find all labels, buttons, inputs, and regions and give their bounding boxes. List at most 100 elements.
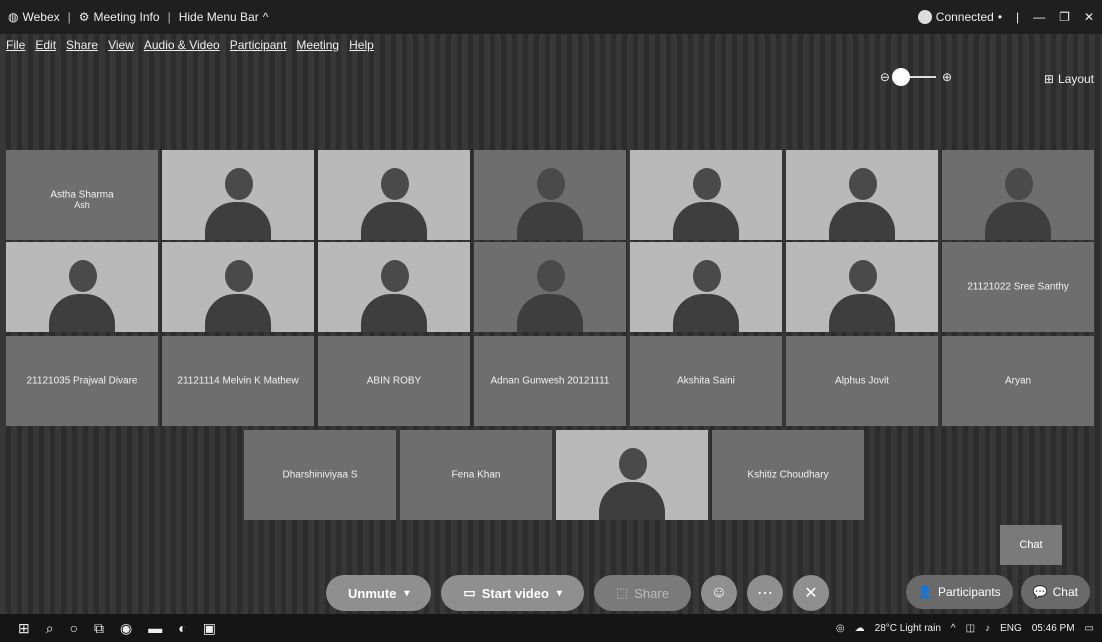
- participant-tile[interactable]: [162, 242, 314, 332]
- menu-share[interactable]: Share: [66, 38, 98, 52]
- menu-audio-video[interactable]: Audio & Video: [144, 38, 220, 52]
- file-explorer-icon[interactable]: ▬: [148, 620, 162, 637]
- participant-tile[interactable]: [942, 150, 1094, 240]
- browser-icon[interactable]: ◉: [120, 620, 132, 637]
- leave-meeting-button[interactable]: ✕: [792, 575, 829, 611]
- video-camera-icon: ▭: [463, 585, 476, 600]
- video-row: 21121022 Sree Santhy: [6, 242, 1094, 332]
- chevron-down-icon[interactable]: ▾: [404, 588, 409, 599]
- participant-tile[interactable]: Dharshiniviyaa S: [244, 430, 396, 520]
- clock[interactable]: 05:46 PM: [1032, 623, 1075, 634]
- menu-participant[interactable]: Participant: [230, 38, 287, 52]
- task-view-icon[interactable]: ⧉: [94, 620, 104, 637]
- language-indicator[interactable]: ENG: [1000, 623, 1022, 634]
- maximize-icon[interactable]: ❐: [1059, 10, 1070, 24]
- menu-file[interactable]: File: [6, 38, 25, 52]
- participant-video: [827, 254, 897, 332]
- menu-help[interactable]: Help: [349, 38, 374, 52]
- connected-icon: [917, 10, 932, 24]
- participant-tile[interactable]: Aryan: [942, 336, 1094, 426]
- windows-taskbar: ⊞ ⌕ ○ ⧉ ◉ ▬ ◐ ▣ ◎ ☁ 28°C Light rain ^ ◫ …: [0, 614, 1102, 642]
- windows-start-icon[interactable]: ⊞: [18, 620, 30, 637]
- video-body: [829, 294, 895, 332]
- close-icon[interactable]: ✕: [1084, 10, 1094, 24]
- chat-notification[interactable]: Chat: [1000, 525, 1062, 565]
- participant-name: Astha Sharma: [50, 189, 114, 201]
- app-tray-icon[interactable]: ◎: [836, 623, 845, 634]
- menu-meeting[interactable]: Meeting: [296, 38, 339, 52]
- menu-edit[interactable]: Edit: [35, 38, 56, 52]
- zoom-slider[interactable]: [891, 68, 936, 86]
- video-body: [49, 294, 115, 332]
- participant-name: Fena Khan: [451, 469, 501, 481]
- connection-status[interactable]: Connected •: [917, 10, 1003, 24]
- share-button[interactable]: ⬚ Share: [593, 575, 691, 611]
- participant-tile[interactable]: 21121035 Prajwal Divare: [6, 336, 158, 426]
- participant-tile[interactable]: Akshita Saini: [630, 336, 782, 426]
- participant-tile[interactable]: Astha Sharma Ash: [6, 150, 158, 240]
- title-bar: ◍ Webex | ⚙ Meeting Info | Hide Menu Bar…: [0, 0, 1102, 34]
- zoom-out-icon[interactable]: ⊖: [880, 70, 890, 84]
- participant-tile[interactable]: [318, 242, 470, 332]
- participant-video: [671, 162, 741, 240]
- participant-name: ABIN ROBY: [366, 375, 422, 387]
- participant-tile[interactable]: [556, 430, 708, 520]
- network-icon[interactable]: ◫: [966, 623, 975, 634]
- participants-button[interactable]: 👤 Participants: [906, 575, 1013, 609]
- participant-tile[interactable]: Fena Khan: [400, 430, 552, 520]
- video-head: [1005, 168, 1033, 200]
- chevron-down-icon[interactable]: ▾: [557, 588, 562, 599]
- participant-tile[interactable]: [630, 150, 782, 240]
- participant-tile[interactable]: [474, 242, 626, 332]
- meeting-info-button[interactable]: ⚙ Meeting Info: [79, 10, 160, 24]
- participant-tile[interactable]: [630, 242, 782, 332]
- participant-video: [203, 162, 273, 240]
- participant-tile[interactable]: [6, 242, 158, 332]
- status-dot: •: [997, 10, 1003, 24]
- layout-button[interactable]: ⊞ Layout: [1044, 72, 1094, 86]
- weather-text[interactable]: 28°C Light rain: [875, 623, 941, 634]
- participant-video: [597, 442, 667, 520]
- participant-tile[interactable]: [318, 150, 470, 240]
- cortana-icon[interactable]: ○: [70, 620, 78, 637]
- participant-name: 21121022 Sree Santhy: [967, 281, 1069, 293]
- meeting-controls: Unmute ▾ ▭ Start video ▾ ⬚ Share ☺ ⋯ ✕: [326, 575, 829, 611]
- minimize-icon[interactable]: —: [1033, 10, 1045, 24]
- search-icon[interactable]: ⌕: [46, 620, 54, 637]
- notification-icon[interactable]: ▭: [1085, 623, 1094, 634]
- zoom-in-icon[interactable]: ⊕: [942, 70, 952, 84]
- start-video-button[interactable]: ▭ Start video ▾: [441, 575, 584, 611]
- app-icon[interactable]: ◐: [178, 620, 186, 637]
- participant-tile[interactable]: Alphus Jovit: [786, 336, 938, 426]
- hide-menu-bar-button[interactable]: Hide Menu Bar ^: [179, 10, 269, 24]
- participant-tile[interactable]: [786, 242, 938, 332]
- webex-logo: ◍ Webex: [8, 10, 60, 24]
- video-body: [205, 202, 271, 240]
- more-options-button[interactable]: ⋯: [746, 575, 783, 611]
- video-head: [849, 260, 877, 292]
- participant-tile[interactable]: 21121114 Melvin K Mathew: [162, 336, 314, 426]
- zoom-slider-handle[interactable]: [891, 68, 910, 86]
- volume-icon[interactable]: ♪: [985, 623, 990, 634]
- webex-icon: ◍: [8, 10, 19, 24]
- participant-tile[interactable]: Kshitiz Choudhary: [712, 430, 864, 520]
- video-head: [849, 168, 877, 200]
- participant-tile[interactable]: ABIN ROBY: [318, 336, 470, 426]
- menu-view[interactable]: View: [108, 38, 134, 52]
- unmute-button[interactable]: Unmute ▾: [326, 575, 432, 611]
- participant-tile[interactable]: Adnan Gunwesh 20121111: [474, 336, 626, 426]
- participant-tile[interactable]: [474, 150, 626, 240]
- video-body: [517, 202, 583, 240]
- webex-taskbar-icon[interactable]: ▣: [203, 620, 216, 637]
- chevron-up-icon[interactable]: ^: [951, 623, 956, 634]
- chat-button[interactable]: 💬 Chat: [1020, 575, 1090, 609]
- video-body: [673, 294, 739, 332]
- participant-tile[interactable]: 21121022 Sree Santhy: [942, 242, 1094, 332]
- video-body: [985, 202, 1051, 240]
- video-body: [517, 294, 583, 332]
- share-icon: ⬚: [615, 585, 629, 600]
- reactions-button[interactable]: ☺: [700, 575, 737, 611]
- participant-tile[interactable]: [786, 150, 938, 240]
- participant-name: Akshita Saini: [677, 375, 735, 387]
- participant-tile[interactable]: [162, 150, 314, 240]
